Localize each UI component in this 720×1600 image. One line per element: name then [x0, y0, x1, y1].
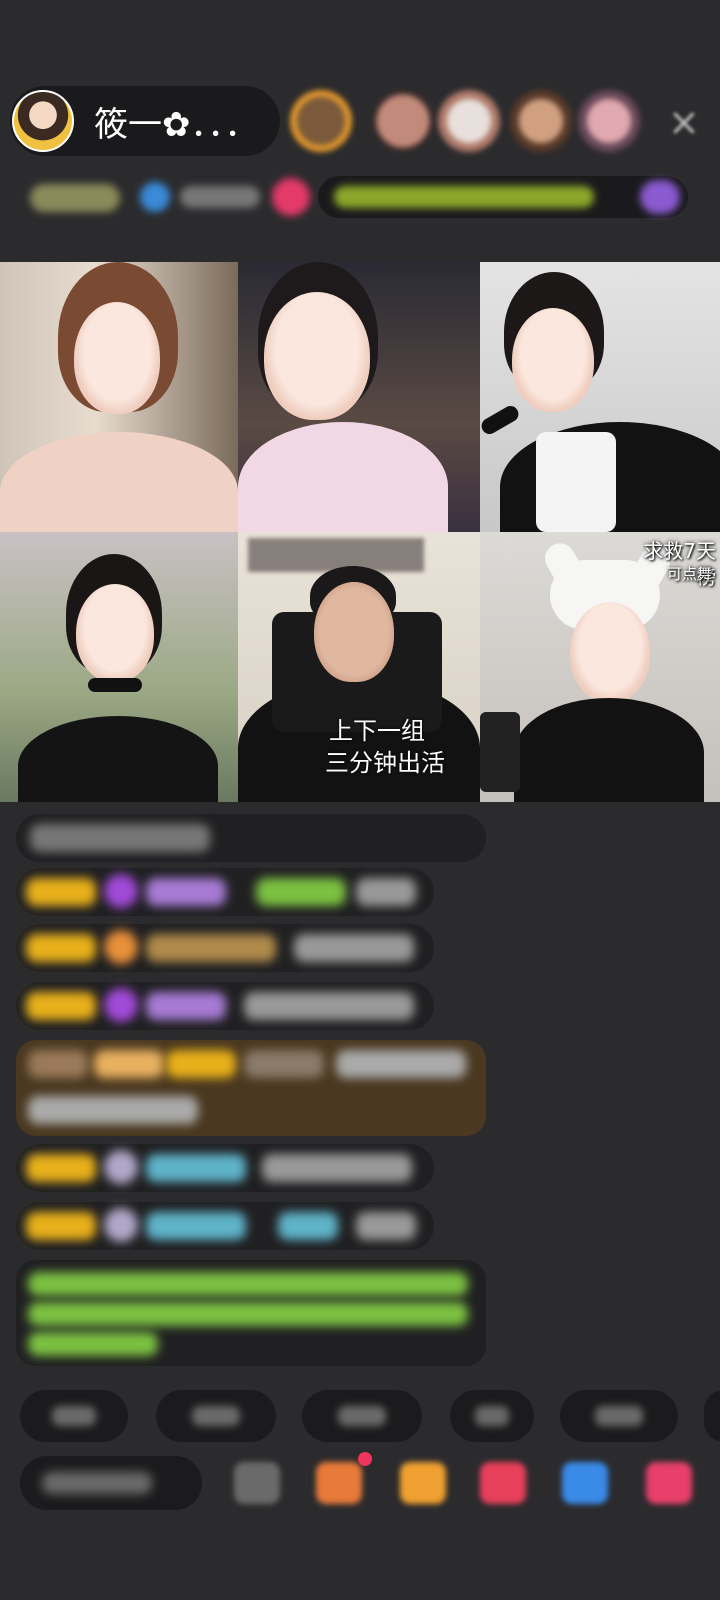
host-avatar[interactable] [12, 90, 74, 152]
multi-guest-video-grid: 上下一组 三分钟出活 求救7天榜 可点舞 [0, 262, 720, 802]
chat-message-1 [16, 814, 486, 862]
video-slot-2[interactable] [238, 262, 480, 532]
top-viewer-avatar-5[interactable] [578, 90, 640, 152]
info-tag-row [0, 176, 720, 218]
chat-message-6 [16, 1202, 434, 1250]
game-icon[interactable] [562, 1462, 608, 1504]
chat-message-2 [16, 868, 434, 916]
close-icon[interactable]: × [668, 100, 700, 144]
chat-message-5 [16, 1144, 434, 1192]
chat-message-vip [16, 1040, 486, 1136]
quick-chip-1[interactable] [20, 1390, 128, 1442]
chat-message-4 [16, 982, 434, 1030]
quick-chip-2[interactable] [156, 1390, 276, 1442]
video-slot-5[interactable]: 上下一组 三分钟出活 [238, 532, 480, 802]
gift-icon[interactable] [646, 1462, 692, 1504]
video-slot-3[interactable] [480, 262, 720, 532]
top-viewer-avatar-1[interactable] [290, 90, 352, 152]
emoji-icon[interactable] [234, 1462, 280, 1504]
slot-5-caption-line-1: 上下一组 [329, 717, 425, 745]
video-slot-6[interactable]: 求救7天榜 可点舞 [480, 532, 720, 802]
quick-chip-4[interactable] [450, 1390, 534, 1442]
host-info-pill[interactable]: 筱一✿．．． [10, 86, 280, 156]
gift-box-icon[interactable] [400, 1462, 446, 1504]
host-name[interactable]: 筱一✿．．． [94, 97, 259, 146]
video-slot-4[interactable] [0, 532, 238, 802]
top-viewer-avatar-4[interactable] [510, 90, 572, 152]
task-icon[interactable] [316, 1462, 362, 1504]
top-viewer-avatar-2[interactable] [372, 90, 434, 152]
slot-5-caption-line-2: 三分钟出活 [325, 749, 445, 777]
notification-dot [358, 1452, 372, 1466]
quick-chip-3[interactable] [302, 1390, 422, 1442]
comment-input[interactable] [20, 1456, 202, 1510]
quick-chip-5[interactable] [560, 1390, 678, 1442]
chat-message-3 [16, 924, 434, 972]
dance-request-label: 可点舞 [666, 565, 712, 583]
top-viewer-avatar-3[interactable] [438, 90, 500, 152]
video-slot-1[interactable] [0, 262, 238, 532]
quick-chip-6[interactable] [704, 1390, 720, 1442]
fan-club-icon[interactable] [480, 1462, 526, 1504]
chat-system-notice [16, 1260, 486, 1366]
